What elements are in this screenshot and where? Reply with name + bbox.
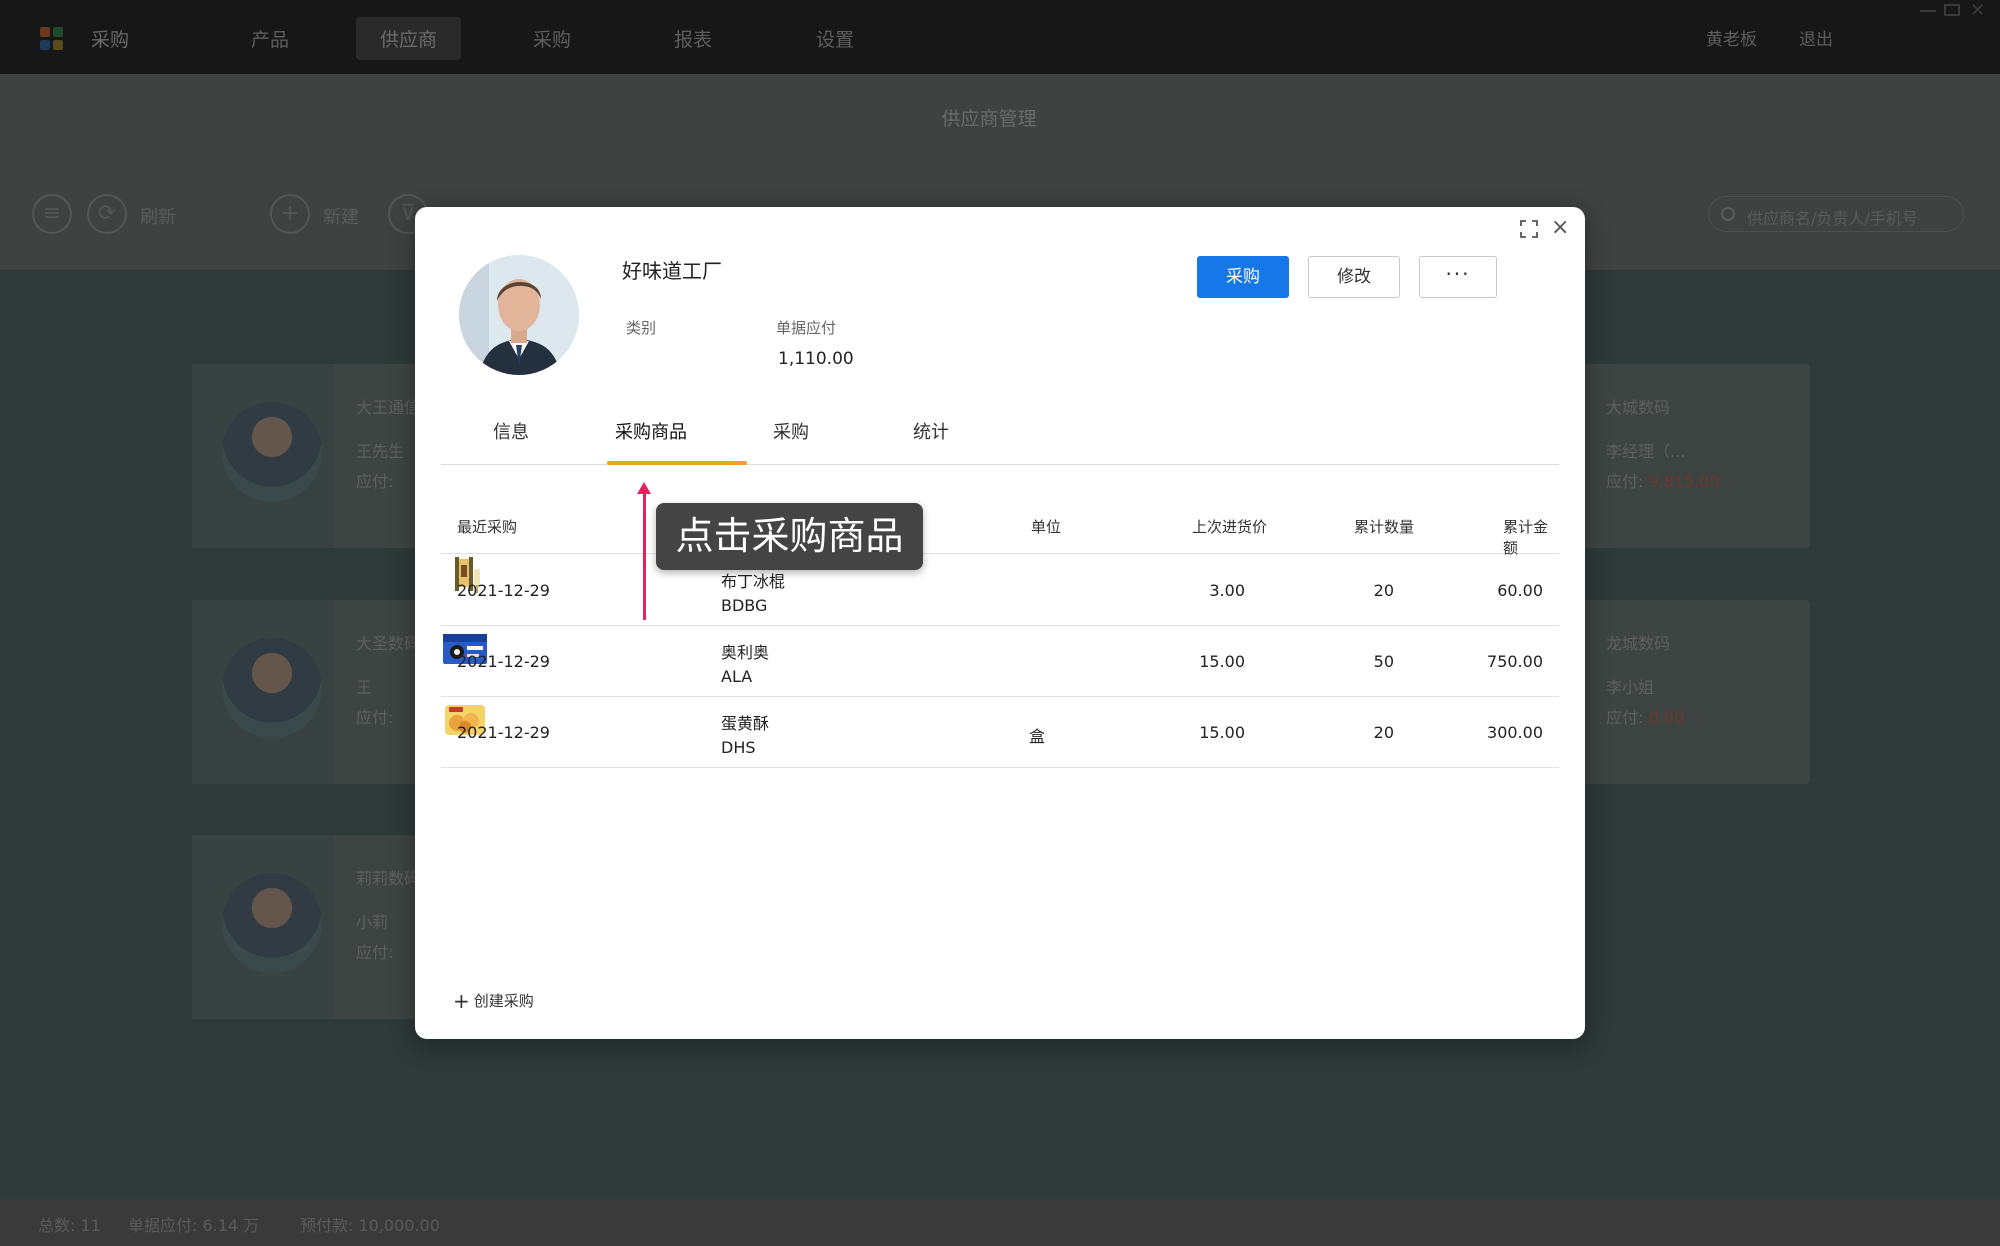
product-code: ALA bbox=[721, 667, 753, 686]
header-total-amount: 累计金额 bbox=[1503, 518, 1549, 557]
nav-item-suppliers[interactable]: 供应商 bbox=[356, 17, 462, 60]
last-price: 15.00 bbox=[1199, 652, 1245, 671]
total-amount: 60.00 bbox=[1497, 581, 1543, 600]
product-unit: 盒 bbox=[1029, 727, 1046, 746]
last-price: 15.00 bbox=[1199, 723, 1245, 742]
card-payable: 应付: 9,815.00 bbox=[1606, 472, 1720, 491]
product-code: BDBG bbox=[721, 596, 768, 615]
card-payable: 应付: bbox=[356, 708, 394, 727]
supplier-avatar bbox=[459, 255, 579, 375]
table-header: 最近采购 单位 上次进货价 累计数量 累计金额 bbox=[441, 498, 1559, 557]
card-supplier-name: 大王通信 bbox=[356, 398, 421, 417]
user-menu[interactable]: 黄老板 bbox=[1706, 25, 1757, 50]
row-date: 2021-12-29 bbox=[457, 652, 550, 671]
plus-icon: + bbox=[453, 989, 470, 1013]
total-qty: 20 bbox=[1373, 581, 1394, 600]
status-footer: 总数: 11 单据应付: 6.14 万 预付款: 10,000.00 bbox=[0, 1198, 2000, 1246]
card-payable: 应付: 0.00 bbox=[1606, 708, 1685, 727]
search-icon bbox=[1721, 207, 1735, 221]
tab-purchased-products[interactable]: 采购商品 bbox=[581, 417, 721, 449]
refresh-button[interactable]: 刷新 bbox=[140, 203, 176, 229]
footer-bill-payable: 单据应付: 6.14 万 bbox=[128, 1216, 260, 1235]
window-close-icon[interactable]: ✕ bbox=[1970, 0, 1985, 21]
tab-purchases[interactable]: 采购 bbox=[721, 417, 861, 449]
edit-button[interactable]: 修改 bbox=[1308, 256, 1400, 298]
row-date: 2021-12-29 bbox=[457, 581, 550, 600]
supplier-detail-dialog: 好味道工厂 类别 单据应付 1,110.00 采购 修改 ··· × 信息 采购… bbox=[415, 207, 1585, 1039]
table-row[interactable]: 2021-12-29 奥利奥 ALA 15.00 50 750.00 bbox=[441, 626, 1559, 697]
add-icon[interactable]: + bbox=[270, 194, 310, 234]
bill-payable-label: 单据应付 bbox=[776, 319, 837, 337]
bill-payable-value: 1,110.00 bbox=[778, 349, 854, 369]
nav-item-purchase[interactable]: 采购 bbox=[533, 25, 571, 52]
card-contact: 李经理（... bbox=[1606, 442, 1686, 461]
tab-statistics[interactable]: 统计 bbox=[861, 417, 1001, 449]
card-supplier-name: 大圣数码 bbox=[356, 634, 421, 653]
card-contact: 王先生 bbox=[356, 442, 405, 461]
total-amount: 750.00 bbox=[1487, 652, 1543, 671]
app-logo-icon bbox=[40, 27, 64, 51]
maximize-icon[interactable] bbox=[1944, 4, 1960, 16]
nav-item-products[interactable]: 产品 bbox=[251, 25, 289, 52]
category-label: 类别 bbox=[626, 319, 657, 337]
footer-total: 总数: 11 bbox=[38, 1216, 101, 1235]
card-payable: 应付: bbox=[356, 472, 394, 491]
top-navigation-bar: 采购 产品 供应商 采购 报表 设置 黄老板 退出 ✕ bbox=[0, 0, 2000, 74]
product-name: 蛋黄酥 bbox=[721, 714, 770, 733]
create-purchase-button[interactable]: + 创建采购 bbox=[453, 989, 534, 1013]
total-qty: 20 bbox=[1373, 723, 1394, 742]
tab-info[interactable]: 信息 bbox=[441, 417, 581, 449]
last-price: 3.00 bbox=[1209, 581, 1245, 600]
total-amount: 300.00 bbox=[1487, 723, 1543, 742]
product-code: DHS bbox=[721, 738, 756, 757]
card-supplier-name: 莉莉数码 bbox=[356, 869, 421, 888]
header-total-qty: 累计数量 bbox=[1354, 518, 1415, 536]
header-last-price: 上次进货价 bbox=[1192, 518, 1268, 536]
nav-item-settings[interactable]: 设置 bbox=[816, 25, 854, 52]
detail-tabs: 信息 采购商品 采购 统计 bbox=[441, 417, 1559, 465]
nav-item-reports[interactable]: 报表 bbox=[674, 25, 712, 52]
minimize-icon[interactable] bbox=[1920, 4, 1936, 12]
header-unit: 单位 bbox=[1031, 518, 1062, 536]
close-icon[interactable]: × bbox=[1551, 217, 1569, 239]
purchase-button[interactable]: 采购 bbox=[1197, 256, 1289, 298]
guide-tooltip: 点击采购商品 bbox=[656, 503, 923, 570]
card-supplier-name: 大城数码 bbox=[1606, 398, 1671, 417]
search-placeholder: 供应商名/负责人/手机号 bbox=[1747, 209, 1918, 228]
supplier-name: 好味道工厂 bbox=[622, 259, 722, 283]
app-title: 采购 bbox=[91, 29, 130, 51]
active-tab-indicator bbox=[607, 461, 747, 465]
card-contact: 王 bbox=[356, 678, 373, 697]
avatar bbox=[222, 638, 322, 738]
more-button[interactable]: ··· bbox=[1419, 256, 1497, 298]
table-row[interactable]: 2021-12-29 布丁冰棍 BDBG 3.00 20 60.00 bbox=[441, 555, 1559, 626]
new-button[interactable]: 新建 bbox=[323, 203, 359, 229]
expand-icon[interactable] bbox=[1520, 220, 1538, 238]
card-supplier-name: 龙城数码 bbox=[1606, 634, 1671, 653]
card-contact: 小莉 bbox=[356, 913, 389, 932]
product-name: 奥利奥 bbox=[721, 643, 770, 662]
pointer-arrow-line bbox=[643, 490, 646, 620]
card-contact: 李小姐 bbox=[1606, 678, 1655, 697]
menu-icon[interactable]: ≡ bbox=[32, 194, 72, 234]
card-payable: 应付: bbox=[356, 943, 394, 962]
footer-prepaid: 预付款: 10,000.00 bbox=[300, 1216, 440, 1235]
avatar bbox=[222, 873, 322, 973]
refresh-icon[interactable]: ⟳ bbox=[87, 194, 127, 234]
header-recent-purchase: 最近采购 bbox=[457, 518, 518, 536]
logout-link[interactable]: 退出 bbox=[1799, 25, 1833, 50]
avatar bbox=[222, 402, 322, 502]
product-name: 布丁冰棍 bbox=[721, 572, 786, 591]
table-row[interactable]: 2021-12-29 蛋黄酥 DHS 盒 15.00 20 300.00 bbox=[441, 697, 1559, 768]
row-date: 2021-12-29 bbox=[457, 723, 550, 742]
page-title: 供应商管理 bbox=[941, 108, 1037, 130]
search-input[interactable]: 供应商名/负责人/手机号 bbox=[1708, 196, 1964, 232]
total-qty: 50 bbox=[1373, 652, 1394, 671]
